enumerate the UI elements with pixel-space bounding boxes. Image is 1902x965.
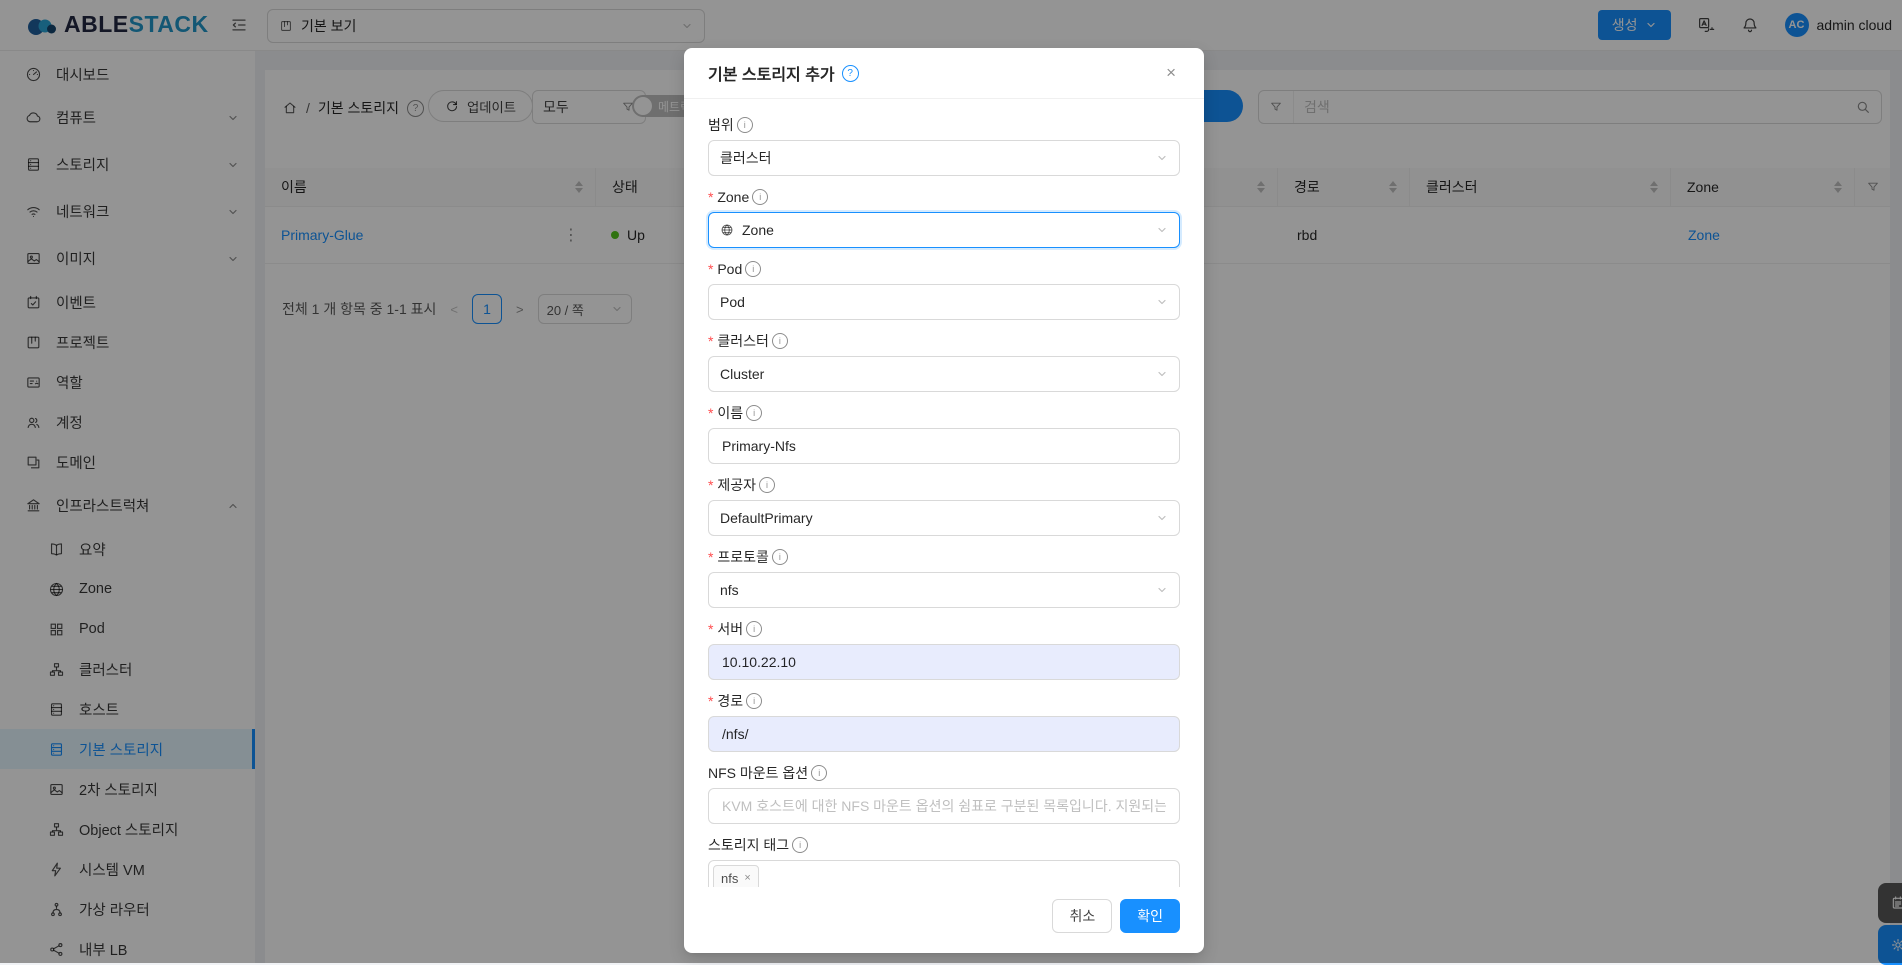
path-input[interactable]	[720, 725, 1168, 743]
field-pod: Podi Pod	[708, 259, 1180, 320]
name-input[interactable]	[720, 437, 1168, 455]
chevron-down-icon	[1156, 368, 1168, 380]
nfs-mount-options-input[interactable]	[720, 797, 1168, 815]
info-circle-icon[interactable]: i	[752, 189, 769, 205]
globe-icon	[720, 223, 734, 237]
add-primary-storage-modal: 기본 스토리지 추가 ? × 범위i 클러스터 Zonei Zone Podi …	[684, 48, 1204, 953]
server-input[interactable]	[720, 653, 1168, 671]
info-circle-icon[interactable]: i	[736, 117, 753, 133]
info-circle-icon[interactable]: i	[771, 549, 788, 565]
field-protocol: 프로토콜i nfs	[708, 547, 1180, 608]
zone-select[interactable]: Zone	[708, 212, 1180, 248]
info-circle-icon[interactable]: i	[746, 621, 763, 637]
field-nfs-options: NFS 마운트 옵션 i	[708, 763, 1180, 824]
cancel-button[interactable]: 취소	[1052, 899, 1113, 933]
protocol-select[interactable]: nfs	[708, 572, 1180, 608]
tag-chip: nfs ×	[713, 865, 759, 887]
tag-remove-icon[interactable]: ×	[744, 872, 750, 884]
info-circle-icon[interactable]: i	[746, 405, 763, 421]
provider-select[interactable]: DefaultPrimary	[708, 500, 1180, 536]
modal-header: 기본 스토리지 추가 ? ×	[684, 48, 1204, 99]
path-field-wrap	[708, 716, 1180, 752]
name-field-wrap	[708, 428, 1180, 464]
info-circle-icon[interactable]: i	[792, 837, 809, 853]
modal-footer: 취소 확인	[684, 887, 1204, 953]
info-circle-icon[interactable]: i	[758, 477, 775, 493]
field-storage-tags: 스토리지 태그 i nfs ×	[708, 835, 1180, 887]
cluster-select[interactable]: Cluster	[708, 356, 1180, 392]
chevron-down-icon	[1156, 224, 1168, 236]
field-provider: 제공자i DefaultPrimary	[708, 475, 1180, 536]
chevron-down-icon	[1156, 152, 1168, 164]
modal-title: 기본 스토리지 추가	[708, 67, 835, 84]
nfs-options-field-wrap	[708, 788, 1180, 824]
chevron-down-icon	[1156, 584, 1168, 596]
chevron-down-icon	[1156, 296, 1168, 308]
storage-tags-input[interactable]: nfs ×	[708, 860, 1180, 887]
chevron-down-icon	[1156, 512, 1168, 524]
pod-select[interactable]: Pod	[708, 284, 1180, 320]
server-field-wrap	[708, 644, 1180, 680]
close-icon[interactable]: ×	[1162, 59, 1180, 87]
info-circle-icon[interactable]: i	[771, 333, 788, 349]
field-name: 이름i	[708, 403, 1180, 464]
field-server: 서버i	[708, 619, 1180, 680]
scope-select[interactable]: 클러스터	[708, 140, 1180, 176]
info-circle-icon[interactable]: i	[745, 261, 762, 277]
info-circle-icon[interactable]: i	[746, 693, 763, 709]
modal-body: 범위i 클러스터 Zonei Zone Podi Pod 클러스터i Clust…	[684, 99, 1204, 887]
question-circle-icon[interactable]: ?	[841, 64, 859, 82]
ok-button[interactable]: 확인	[1120, 899, 1180, 933]
field-zone: Zonei Zone	[708, 187, 1180, 248]
field-cluster: 클러스터i Cluster	[708, 331, 1180, 392]
info-circle-icon[interactable]: i	[811, 765, 828, 781]
field-scope: 범위 i 클러스터	[708, 115, 1180, 176]
field-path: 경로i	[708, 691, 1180, 752]
